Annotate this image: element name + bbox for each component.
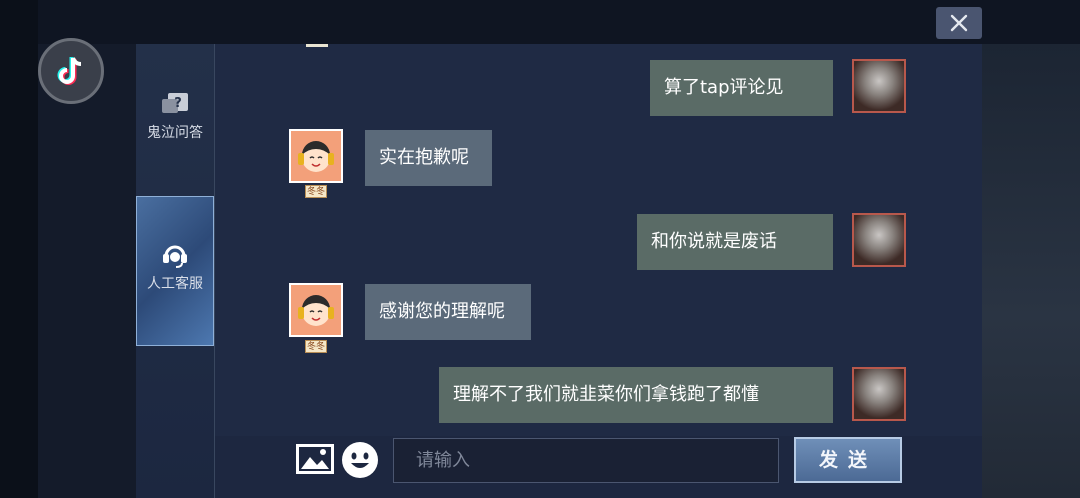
top-bar [0,0,1080,44]
user-avatar[interactable] [852,59,906,113]
image-icon [296,444,334,474]
agent-avatar[interactable] [289,283,343,337]
sidebar: ? 鬼泣问答 人工客服 [136,44,215,498]
agent-avatar[interactable] [289,129,343,183]
tiktok-logo-icon[interactable] [38,38,104,104]
message-input[interactable]: 请输入 [393,438,779,483]
message-bubble-agent: 感谢您的理解呢 [365,284,531,340]
question-bubble-icon: ? [162,93,188,113]
emoji-button[interactable] [341,441,379,479]
user-avatar[interactable] [852,213,906,267]
message-bubble-user: 和你说就是废话 [637,214,833,270]
close-button[interactable] [936,7,982,39]
sidebar-item-label: 鬼泣问答 [147,125,203,141]
close-icon [950,14,968,32]
sidebar-item-faq[interactable]: ? 鬼泣问答 [136,92,214,152]
agent-face-icon [298,141,334,172]
scroll-indicator [306,44,328,47]
agent-face-icon [298,295,334,326]
left-edge [0,0,38,498]
message-bubble-user: 理解不了我们就韭菜你们拿钱跑了都懂 [439,367,833,423]
sidebar-item-support[interactable]: 人工客服 [136,196,214,346]
svg-text:?: ? [174,96,182,111]
sidebar-item-label: 人工客服 [147,276,203,292]
smiley-icon [342,442,378,478]
image-picker-button[interactable] [296,444,334,474]
agent-name-tag: 冬冬 [305,185,327,198]
message-bubble-user: 算了tap评论见 [650,60,833,116]
user-avatar[interactable] [852,367,906,421]
send-button[interactable]: 发送 [794,437,902,483]
agent-name-tag: 冬冬 [305,340,327,353]
message-bubble-agent: 实在抱歉呢 [365,130,492,186]
right-backdrop [982,44,1080,498]
headset-icon [163,245,187,268]
